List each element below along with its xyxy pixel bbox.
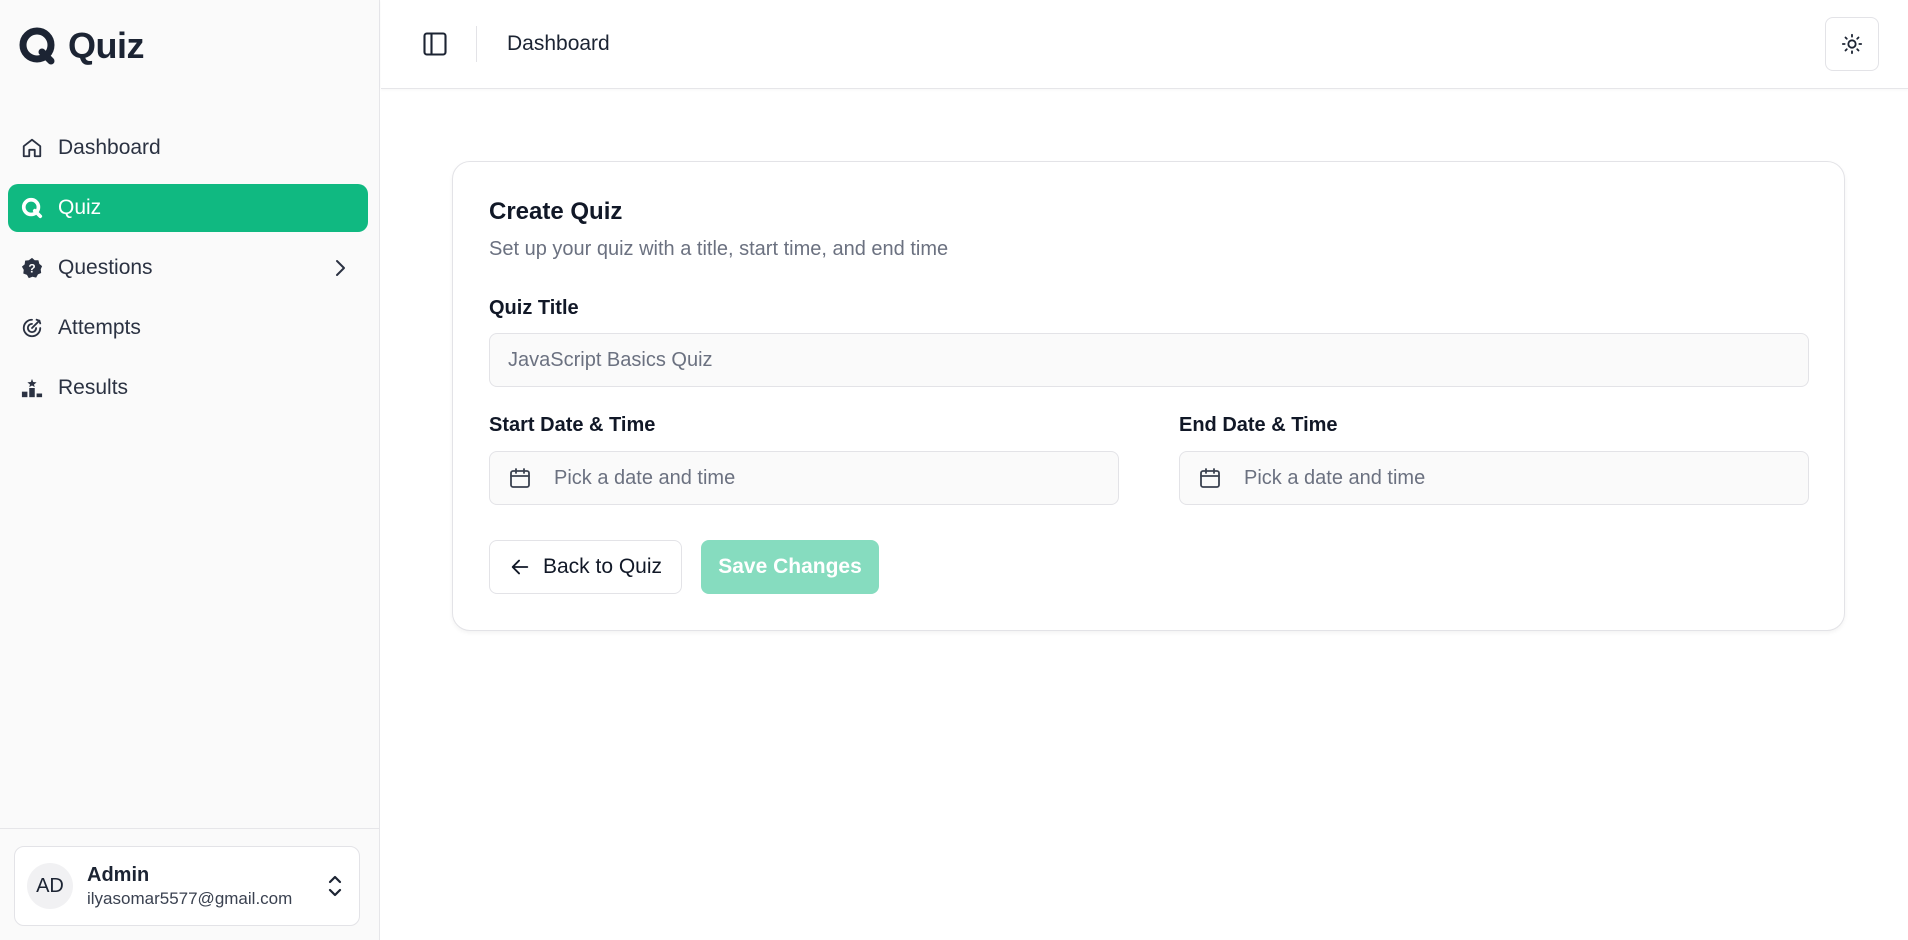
- save-changes-button[interactable]: Save Changes: [701, 540, 879, 594]
- sidebar-nav: Dashboard Quiz ? Questions Attempts Resu…: [8, 124, 368, 424]
- card-subtitle: Set up your quiz with a title, start tim…: [489, 238, 949, 260]
- theme-toggle-button[interactable]: [1825, 17, 1879, 71]
- quiz-icon: [20, 196, 44, 220]
- arrow-left-icon: [511, 559, 529, 575]
- sidebar-item-results[interactable]: Results: [8, 364, 368, 412]
- home-icon: [20, 136, 44, 160]
- sidebar-item-label: Results: [58, 376, 129, 399]
- back-button-label: Back to Quiz: [542, 555, 663, 578]
- sidebar: Quiz Dashboard Quiz ? Questions Attempts…: [0, 0, 380, 940]
- sidebar-item-dashboard[interactable]: Dashboard: [8, 124, 368, 172]
- quiz-title-label: Quiz Title: [489, 297, 579, 319]
- page-title: Dashboard: [507, 32, 610, 55]
- app-name: Quiz: [68, 25, 145, 66]
- sidebar-item-attempts[interactable]: Attempts: [8, 304, 368, 352]
- start-datetime-placeholder: Pick a date and time: [554, 466, 736, 489]
- avatar: AD: [27, 863, 73, 909]
- sidebar-toggle-icon[interactable]: [421, 30, 449, 58]
- start-datetime-label: Start Date & Time: [489, 414, 656, 436]
- sidebar-item-label: Attempts: [58, 316, 141, 339]
- user-menu[interactable]: AD Admin ilyasomar5577@gmail.com: [14, 846, 360, 926]
- start-datetime-picker[interactable]: Pick a date and time: [489, 451, 1119, 505]
- podium-icon: [20, 376, 44, 400]
- sidebar-item-questions[interactable]: ? Questions: [8, 244, 368, 292]
- save-button-label: Save Changes: [718, 555, 862, 578]
- question-badge-icon: ?: [20, 256, 44, 280]
- sun-icon: [1841, 33, 1863, 55]
- svg-text:?: ?: [28, 262, 35, 276]
- calendar-icon: [510, 468, 530, 488]
- user-info: Admin ilyasomar5577@gmail.com: [87, 862, 292, 910]
- end-datetime-picker[interactable]: Pick a date and time: [1179, 451, 1809, 505]
- end-datetime-placeholder: Pick a date and time: [1244, 466, 1426, 489]
- sidebar-item-label: Quiz: [58, 196, 102, 219]
- brand-logo[interactable]: Quiz: [18, 24, 145, 68]
- quiz-title-input[interactable]: JavaScript Basics Quiz: [489, 333, 1809, 387]
- back-to-quiz-button[interactable]: Back to Quiz: [489, 540, 682, 594]
- sidebar-item-label: Dashboard: [58, 136, 161, 159]
- top-header: Dashboard: [381, 0, 1908, 89]
- user-email: ilyasomar5577@gmail.com: [87, 889, 293, 908]
- quiz-title-placeholder: JavaScript Basics Quiz: [508, 348, 713, 371]
- chevron-right-icon[interactable]: [328, 256, 352, 280]
- sidebar-footer-divider: [0, 828, 380, 829]
- create-quiz-card: Create Quiz Set up your quiz with a titl…: [452, 161, 1845, 631]
- sidebar-item-quiz[interactable]: Quiz: [8, 184, 368, 232]
- sidebar-item-label: Questions: [58, 256, 153, 279]
- user-name: Admin: [87, 864, 150, 886]
- target-icon: [20, 316, 44, 340]
- end-datetime-label: End Date & Time: [1179, 414, 1338, 436]
- card-title: Create Quiz: [489, 198, 623, 225]
- header-divider: [476, 26, 477, 62]
- chevrons-up-down-icon: [328, 875, 342, 897]
- quiz-logo-icon: [19, 27, 55, 65]
- calendar-icon: [1200, 468, 1220, 488]
